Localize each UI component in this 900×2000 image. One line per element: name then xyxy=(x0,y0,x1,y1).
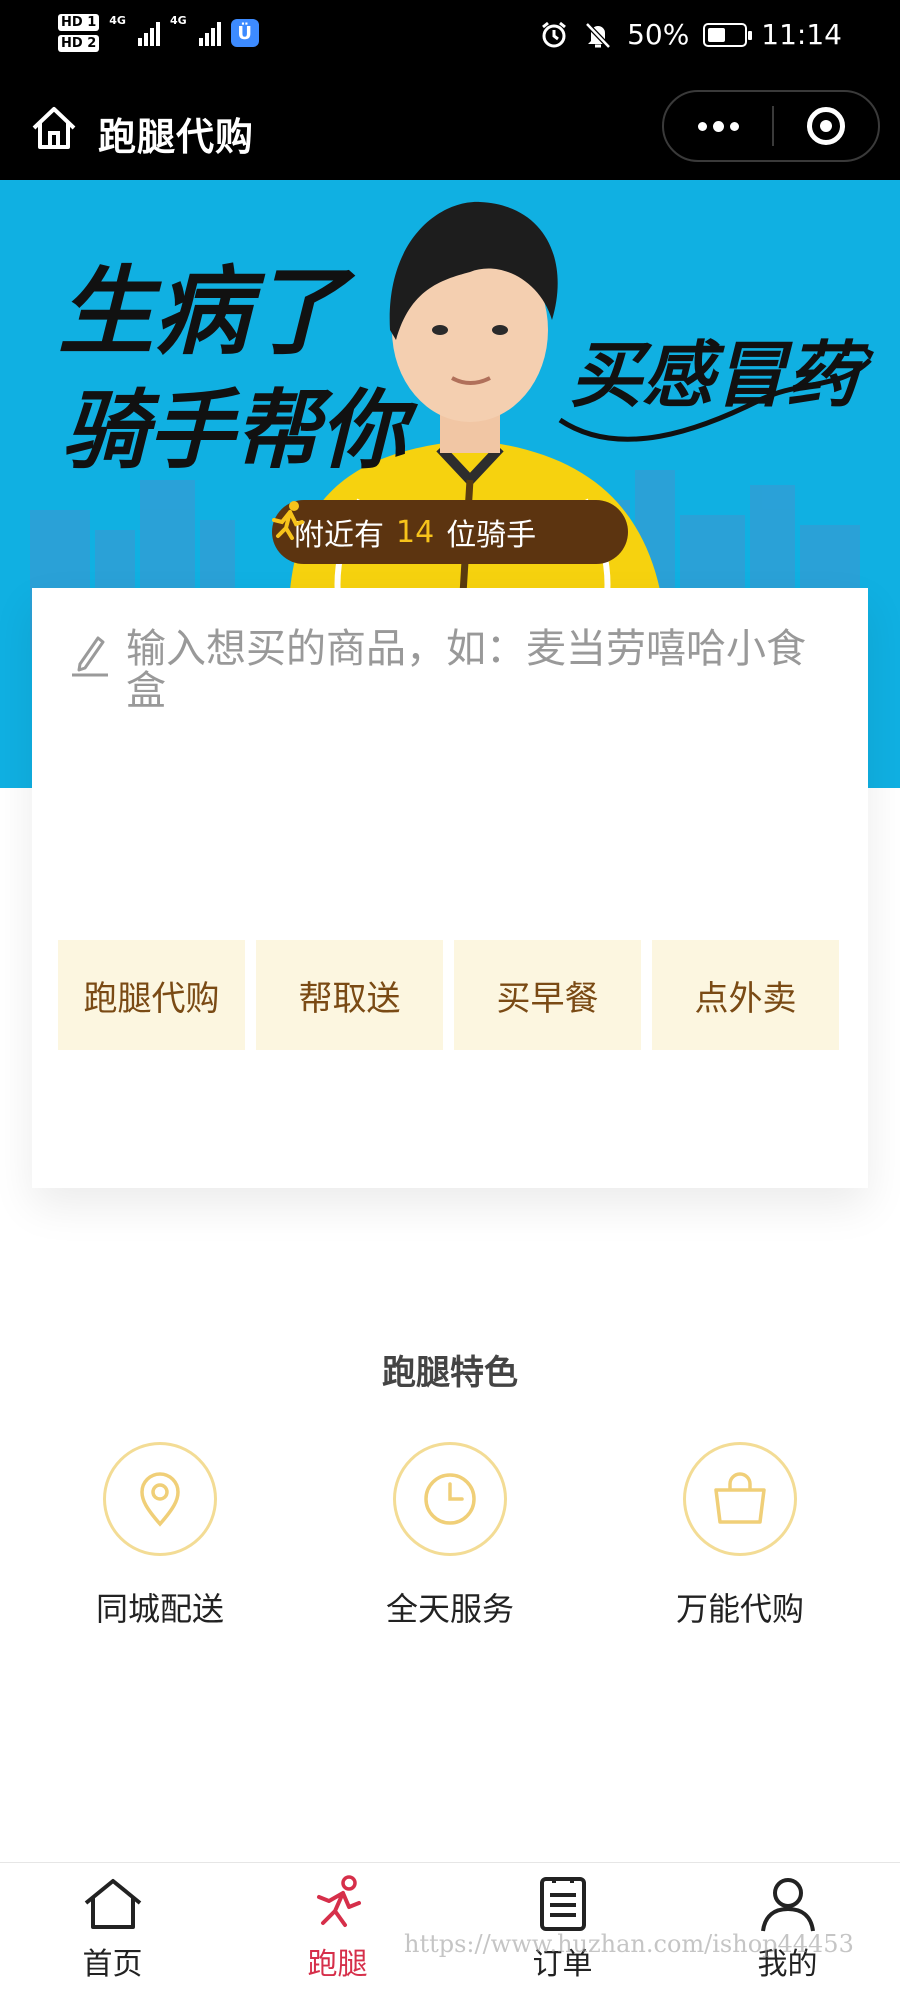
alarm-icon xyxy=(542,21,566,47)
network-type-2: 4G xyxy=(169,14,187,27)
title-bar: 跑腿代购 xyxy=(0,80,900,180)
quick-action-pickup-delivery-button[interactable]: 帮取送 xyxy=(256,940,443,1050)
shopping-bag-icon xyxy=(714,1472,766,1524)
banner-headline-line2: 骑手帮你 xyxy=(62,381,419,481)
feature-item: 同城配送 xyxy=(50,1442,270,1630)
signal-icon xyxy=(137,20,160,46)
tab-home-label: 首页 xyxy=(82,1947,143,1982)
location-pin-icon xyxy=(140,1472,180,1527)
app-badge-icon: Ü xyxy=(230,19,259,47)
riders-prefix: 附近有 xyxy=(294,518,384,553)
network-type-1: 4G xyxy=(109,14,126,27)
home-icon[interactable] xyxy=(28,102,80,154)
order-card: 跑腿代购 帮取送 买早餐 点外卖 xyxy=(32,588,868,1188)
nearby-riders-badge: 附近有 14 位骑手 xyxy=(272,500,628,564)
tab-home[interactable]: 首页 xyxy=(0,1863,225,2000)
battery-icon xyxy=(703,22,753,47)
tab-profile[interactable]: 我的 xyxy=(675,1863,900,2000)
quick-action-takeout-button[interactable]: 点外卖 xyxy=(652,940,839,1050)
order-list-icon xyxy=(539,1877,586,1931)
features-title: 跑腿特色 xyxy=(382,1353,518,1393)
tab-profile-label: 我的 xyxy=(757,1947,818,1982)
tab-orders-label: 订单 xyxy=(532,1947,593,1982)
feature-label: 同城配送 xyxy=(95,1590,224,1628)
clock-icon xyxy=(424,1473,476,1525)
banner-headline-right: 买感冒药 xyxy=(570,333,869,417)
quick-action-errand-purchase-button[interactable]: 跑腿代购 xyxy=(58,940,245,1050)
feature-icon-circle xyxy=(103,1442,217,1556)
runner-icon xyxy=(316,1875,361,1927)
hd1-badge: HD 1 xyxy=(58,14,100,31)
status-right: 50% 11:14 xyxy=(539,18,842,51)
feature-label: 万能代购 xyxy=(675,1590,804,1628)
mute-icon xyxy=(585,21,611,49)
tab-errand-label: 跑腿 xyxy=(307,1947,368,1982)
quick-action-row: 跑腿代购 帮取送 买早餐 点外卖 xyxy=(58,940,839,1050)
tab-orders[interactable]: 订单 xyxy=(450,1863,675,2000)
order-item-input[interactable] xyxy=(126,628,836,828)
quick-action-breakfast-button[interactable]: 买早餐 xyxy=(454,940,641,1050)
clock-time: 11:14 xyxy=(761,18,842,51)
feature-icon-circle xyxy=(683,1442,797,1556)
more-dots-icon[interactable] xyxy=(664,92,772,160)
runner-icon xyxy=(272,501,304,540)
feature-item: 全天服务 xyxy=(340,1442,560,1630)
hd2-badge: HD 2 xyxy=(58,35,100,52)
battery-percent: 50% xyxy=(627,18,690,51)
bottom-tab-bar: 首页 跑腿 订单 我的 xyxy=(0,1862,900,2000)
status-left: HD 1 HD 2 4G 4G Ü xyxy=(58,14,259,52)
pencil-icon xyxy=(72,636,108,677)
user-icon xyxy=(760,1878,815,1932)
record-ring-icon xyxy=(807,107,845,145)
close-mini-program-button[interactable] xyxy=(774,92,878,160)
page-title: 跑腿代购 xyxy=(98,115,255,159)
feature-icon-circle xyxy=(393,1442,507,1556)
feature-item: 万能代购 xyxy=(630,1442,850,1630)
banner-headline-line1: 生病了 xyxy=(58,256,356,368)
feature-label: 全天服务 xyxy=(385,1590,514,1628)
hd-indicators: HD 1 HD 2 xyxy=(58,14,100,52)
riders-count: 14 xyxy=(396,514,435,550)
signal-icon xyxy=(198,20,221,46)
status-bar: HD 1 HD 2 4G 4G Ü 50% 11:14 xyxy=(0,0,900,80)
home-icon xyxy=(84,1879,141,1929)
mini-program-capsule xyxy=(662,90,880,162)
riders-suffix: 位骑手 xyxy=(446,518,537,553)
tab-errand[interactable]: 跑腿 xyxy=(225,1863,450,2000)
battery-level xyxy=(708,27,726,42)
